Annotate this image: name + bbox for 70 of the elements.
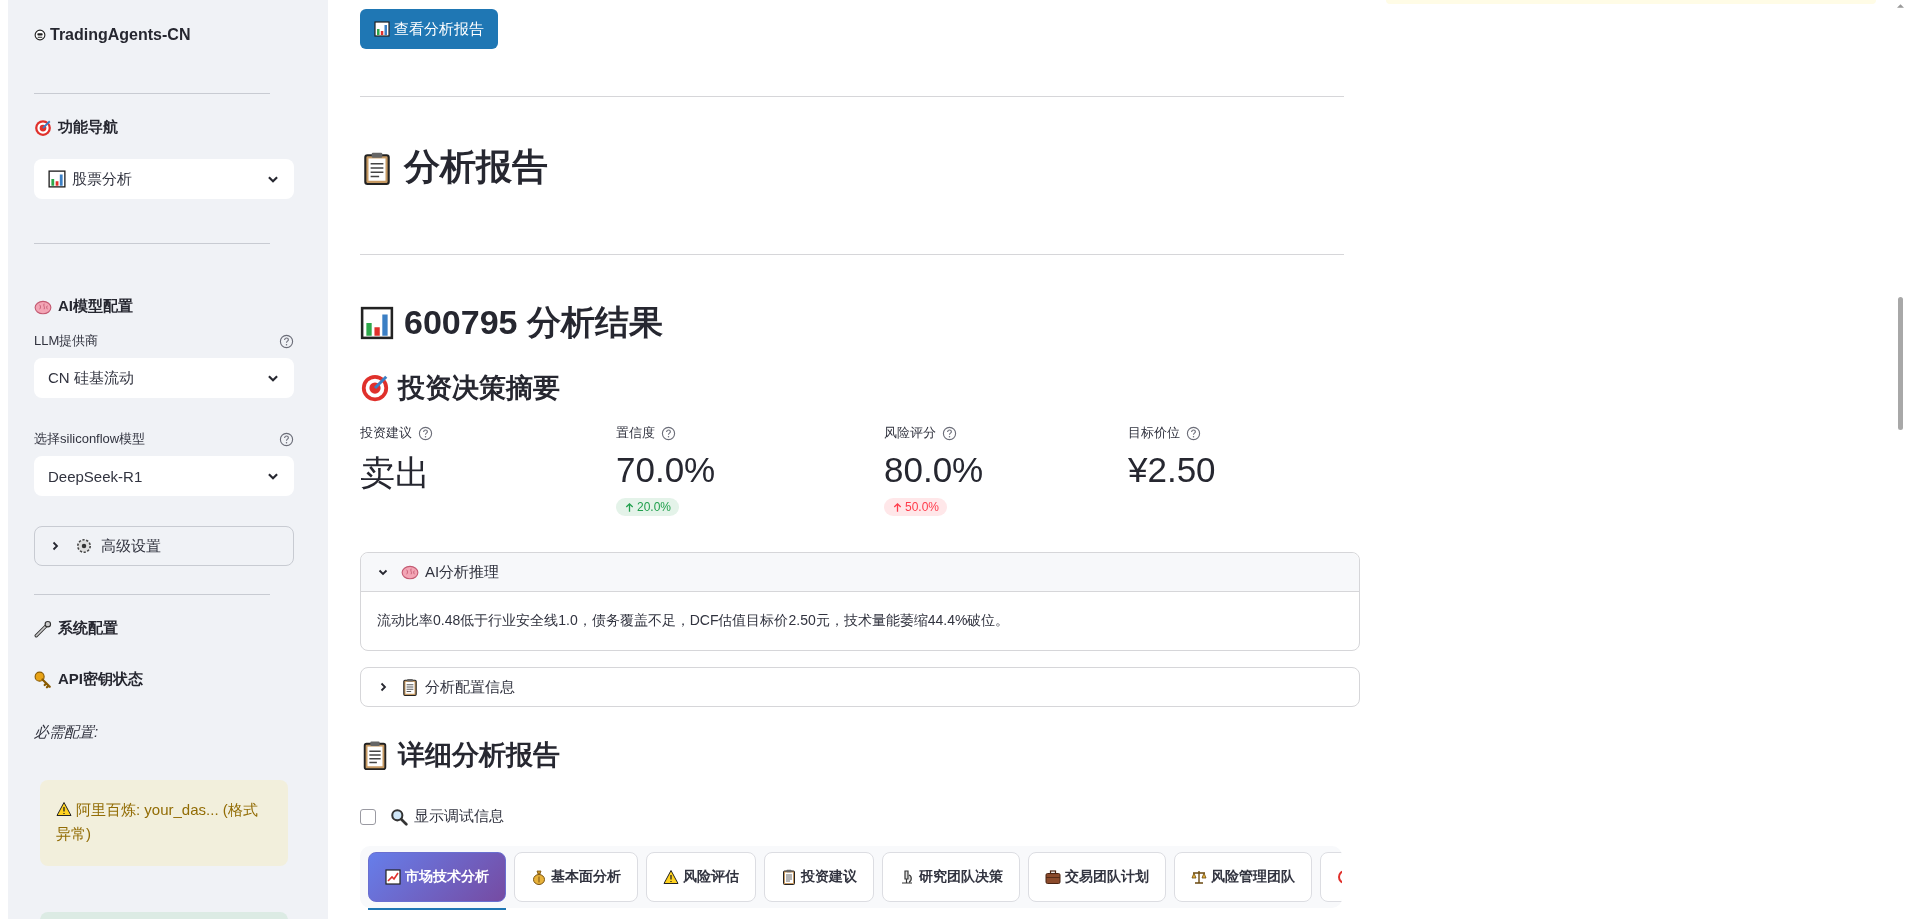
delta-badge: 50.0% xyxy=(884,498,948,516)
target-icon xyxy=(360,373,390,403)
delta-badge: 20.0% xyxy=(616,498,680,516)
tab[interactable]: 研究团队决策 xyxy=(882,852,1020,902)
section-heading: API密钥状态 xyxy=(58,670,143,689)
section-heading: 600795 分析结果 xyxy=(404,302,663,343)
required-config-label: 必需配置: xyxy=(34,723,100,742)
section-heading: 分析报告 xyxy=(404,145,548,189)
section-heading: 功能导航 xyxy=(58,118,118,137)
help-icon[interactable] xyxy=(942,425,957,441)
bar-chart-icon xyxy=(374,21,390,37)
target-icon xyxy=(34,118,52,137)
help-icon[interactable] xyxy=(279,333,294,349)
tab[interactable]: 基本面分析 xyxy=(514,852,638,902)
tab[interactable]: 投资建议 xyxy=(764,852,874,902)
help-icon[interactable] xyxy=(279,431,294,447)
tab[interactable]: 风险评估 xyxy=(646,852,756,902)
warning-icon xyxy=(663,869,679,885)
bar-chart-icon xyxy=(48,170,66,188)
select-dropdown[interactable]: 股票分析 xyxy=(34,159,294,199)
expander-header[interactable]: 分析配置信息 xyxy=(361,668,1359,706)
metric-value: ¥2.50 xyxy=(1128,450,1217,490)
section-heading: AI模型配置 xyxy=(58,297,133,316)
metric-value: 80.0% xyxy=(884,450,985,490)
robot-face-icon xyxy=(34,29,46,41)
field-label: 选择siliconflow模型 xyxy=(34,430,146,448)
section-heading: 投资决策摘要 xyxy=(398,372,560,405)
search-icon xyxy=(390,807,408,826)
briefcase-icon xyxy=(1045,869,1061,885)
section-heading: 详细分析报告 xyxy=(398,739,560,772)
field-label: LLM提供商 xyxy=(34,332,99,350)
section-heading: 系统配置 xyxy=(58,619,118,638)
checkbox-label: 显示调试信息 xyxy=(414,807,504,826)
clipboard-icon xyxy=(781,869,797,885)
metric-value: 卖出 xyxy=(360,452,431,494)
chart-line-icon xyxy=(385,869,401,885)
brain-icon xyxy=(401,563,419,581)
metric-label: 置信度 xyxy=(616,424,655,442)
microscope-icon xyxy=(899,869,915,885)
app-title: TradingAgents-CN xyxy=(50,26,191,44)
checkbox[interactable] xyxy=(360,808,376,825)
help-icon[interactable] xyxy=(418,425,433,441)
scrollbar-thumb[interactable] xyxy=(1898,297,1903,430)
bar-chart-icon xyxy=(360,304,394,342)
money-bag-icon xyxy=(531,869,547,885)
tab[interactable]: 市场技术分析 xyxy=(368,852,506,902)
arrow-up-icon xyxy=(624,501,635,513)
expander-header[interactable]: 高级设置 xyxy=(34,526,294,566)
metric-value: 70.0% xyxy=(616,450,717,490)
reasoning-text: 流动比率0.48低于行业安全线1.0，债务覆盖不足，DCF估值目标价2.50元，技术量能萎缩44.4%破位。 xyxy=(376,611,1011,630)
warning-icon xyxy=(56,801,72,817)
clipboard-icon xyxy=(401,678,419,696)
expander-header[interactable]: AI分析推理 xyxy=(361,553,1359,592)
view-report-button[interactable]: 查看分析报告 xyxy=(360,9,498,49)
select-dropdown[interactable]: DeepSeek-R1 xyxy=(34,456,294,496)
scales-icon xyxy=(1191,869,1207,885)
help-icon[interactable] xyxy=(661,425,676,441)
metric-label: 风险评分 xyxy=(884,424,936,442)
arrow-up-icon xyxy=(892,501,903,513)
help-icon[interactable] xyxy=(1186,425,1201,441)
metric-label: 目标价位 xyxy=(1128,424,1180,442)
tab[interactable]: 风险管理团队 xyxy=(1174,852,1312,902)
tab[interactable]: 交易团队计划 xyxy=(1028,852,1166,902)
gear-icon xyxy=(75,537,93,555)
wrench-icon xyxy=(34,619,52,638)
select-dropdown[interactable]: CN 硅基流动 xyxy=(34,358,294,398)
scroll-up-icon[interactable] xyxy=(1897,3,1904,8)
key-icon xyxy=(34,670,52,689)
metric-label: 投资建议 xyxy=(360,424,412,442)
alert-message: 阿里百炼: your_das... (格式异常) xyxy=(56,800,259,844)
